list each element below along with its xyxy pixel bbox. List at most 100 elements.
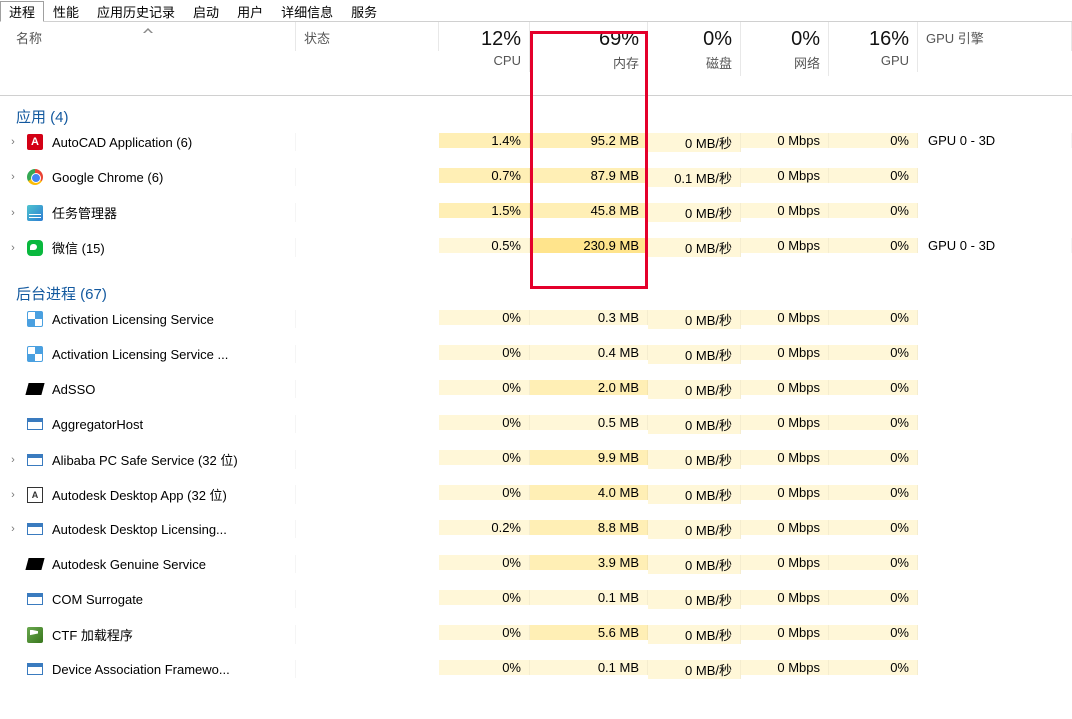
col-header-gpu[interactable]: 16% GPU: [829, 22, 918, 72]
network-cell: 0 Mbps: [741, 450, 829, 465]
network-cell: 0 Mbps: [741, 310, 829, 325]
cpu-cell: 0.2%: [439, 520, 530, 535]
disk-cell: 0.1 MB/秒: [648, 168, 741, 187]
col-header-name[interactable]: 名称: [0, 22, 296, 51]
process-row[interactable]: AggregatorHost0%0.5 MB0 MB/秒0 Mbps0%: [0, 415, 1072, 450]
tabs-bar: 进程性能应用历史记录启动用户详细信息服务: [0, 0, 1072, 22]
col-header-memory[interactable]: 69% 内存: [530, 22, 648, 76]
chrome-icon: [26, 168, 44, 186]
cpu-cell: 0%: [439, 310, 530, 325]
network-cell: 0 Mbps: [741, 168, 829, 183]
network-cell: 0 Mbps: [741, 555, 829, 570]
column-headers: 名称 状态 12% CPU 69% 内存 0% 磁盘 0% 网络 16% GPU…: [0, 22, 1072, 96]
autocad-icon: A: [26, 133, 44, 151]
black-icon: [26, 555, 44, 573]
network-cell: 0 Mbps: [741, 415, 829, 430]
gpu-engine-cell: GPU 0 - 3D: [918, 133, 1072, 148]
gpu-cell: 0%: [829, 450, 918, 465]
tab-5[interactable]: 详细信息: [272, 0, 342, 21]
network-cell: 0 Mbps: [741, 380, 829, 395]
process-row[interactable]: ›AAutodesk Desktop App (32 位)0%4.0 MB0 M…: [0, 485, 1072, 520]
process-row[interactable]: Autodesk Genuine Service0%3.9 MB0 MB/秒0 …: [0, 555, 1072, 590]
expand-chevron-icon[interactable]: ›: [8, 523, 18, 535]
expand-chevron-icon[interactable]: ›: [8, 136, 18, 148]
taskmgr-icon: [26, 204, 44, 222]
gpu-cell: 0%: [829, 590, 918, 605]
memory-cell: 0.4 MB: [530, 345, 648, 360]
cpu-cell: 0%: [439, 345, 530, 360]
gpu-cell: 0%: [829, 238, 918, 253]
gpu-cell: 0%: [829, 625, 918, 640]
process-row[interactable]: ›任务管理器1.5%45.8 MB0 MB/秒0 Mbps0%: [0, 203, 1072, 238]
col-header-status[interactable]: 状态: [296, 22, 439, 51]
cpu-cell: 0%: [439, 590, 530, 605]
col-header-gpu-engine[interactable]: GPU 引擎: [918, 22, 1072, 51]
ctf-icon: [26, 626, 44, 644]
col-header-mem-label: 内存: [613, 53, 639, 72]
expand-chevron-icon[interactable]: ›: [8, 454, 18, 466]
process-name: Autodesk Desktop App (32 位): [52, 485, 227, 504]
cpu-cell: 1.4%: [439, 133, 530, 148]
disk-cell: 0 MB/秒: [648, 203, 741, 222]
process-name: Device Association Framewo...: [52, 662, 230, 677]
process-name: AutoCAD Application (6): [52, 135, 192, 150]
disk-cell: 0 MB/秒: [648, 520, 741, 539]
cpu-cell: 0.5%: [439, 238, 530, 253]
col-header-cpu[interactable]: 12% CPU: [439, 22, 530, 72]
gpu-cell: 0%: [829, 660, 918, 675]
process-row[interactable]: ›Autodesk Desktop Licensing...0.2%8.8 MB…: [0, 520, 1072, 555]
cpu-cell: 0%: [439, 555, 530, 570]
process-name: AdSSO: [52, 382, 95, 397]
gpu-cell: 0%: [829, 133, 918, 148]
expand-chevron-icon[interactable]: ›: [8, 171, 18, 183]
tab-3[interactable]: 启动: [184, 0, 228, 21]
process-name: COM Surrogate: [52, 592, 143, 607]
process-row[interactable]: ›Google Chrome (6)0.7%87.9 MB0.1 MB/秒0 M…: [0, 168, 1072, 203]
col-header-net-label: 网络: [794, 53, 820, 72]
process-row[interactable]: Activation Licensing Service0%0.3 MB0 MB…: [0, 310, 1072, 345]
window-icon: [26, 660, 44, 678]
process-row[interactable]: ›Alibaba PC Safe Service (32 位)0%9.9 MB0…: [0, 450, 1072, 485]
expand-chevron-icon[interactable]: ›: [8, 242, 18, 254]
memory-cell: 0.1 MB: [530, 660, 648, 675]
tab-2[interactable]: 应用历史记录: [88, 0, 184, 21]
process-row[interactable]: COM Surrogate0%0.1 MB0 MB/秒0 Mbps0%: [0, 590, 1072, 625]
memory-cell: 2.0 MB: [530, 380, 648, 395]
tab-0[interactable]: 进程: [0, 1, 44, 22]
col-header-network[interactable]: 0% 网络: [741, 22, 829, 76]
process-row[interactable]: Activation Licensing Service ...0%0.4 MB…: [0, 345, 1072, 380]
cpu-cell: 0%: [439, 415, 530, 430]
network-cell: 0 Mbps: [741, 590, 829, 605]
cpu-cell: 0%: [439, 380, 530, 395]
process-row[interactable]: ›AAutoCAD Application (6)1.4%95.2 MB0 MB…: [0, 133, 1072, 168]
disk-cell: 0 MB/秒: [648, 415, 741, 434]
memory-cell: 0.5 MB: [530, 415, 648, 430]
disk-cell: 0 MB/秒: [648, 660, 741, 679]
col-header-cpu-label: CPU: [494, 53, 521, 68]
tab-4[interactable]: 用户: [228, 0, 272, 21]
generic-blue-icon: [26, 345, 44, 363]
process-name: Activation Licensing Service ...: [52, 347, 228, 362]
group-header: 后台进程 (67): [0, 273, 1072, 310]
expand-chevron-icon[interactable]: ›: [8, 489, 18, 501]
process-row[interactable]: Device Association Framewo... 0% 0.1 MB0 M…: [0, 660, 1072, 695]
process-name: Alibaba PC Safe Service (32 位): [52, 450, 238, 469]
tab-6[interactable]: 服务: [342, 0, 386, 21]
process-row[interactable]: AdSSO0%2.0 MB0 MB/秒0 Mbps0%: [0, 380, 1072, 415]
window-icon: [26, 520, 44, 538]
process-name: Activation Licensing Service: [52, 312, 214, 327]
memory-cell: 0.1 MB: [530, 590, 648, 605]
process-row[interactable]: ›微信 (15)0.5%230.9 MB0 MB/秒0 Mbps0%GPU 0 …: [0, 238, 1072, 273]
gpu-cell: 0%: [829, 310, 918, 325]
gpu-cell: 0%: [829, 345, 918, 360]
memory-cell: 0.3 MB: [530, 310, 648, 325]
disk-cell: 0 MB/秒: [648, 380, 741, 399]
memory-cell: 230.9 MB: [530, 238, 648, 253]
col-header-disk[interactable]: 0% 磁盘: [648, 22, 741, 76]
process-row[interactable]: CTF 加载程序0%5.6 MB0 MB/秒0 Mbps0%: [0, 625, 1072, 660]
wechat-icon: [26, 239, 44, 257]
expand-chevron-icon[interactable]: ›: [8, 207, 18, 219]
tab-1[interactable]: 性能: [44, 0, 88, 21]
col-header-gpu-pct: 16%: [869, 28, 909, 51]
gpu-cell: 0%: [829, 415, 918, 430]
